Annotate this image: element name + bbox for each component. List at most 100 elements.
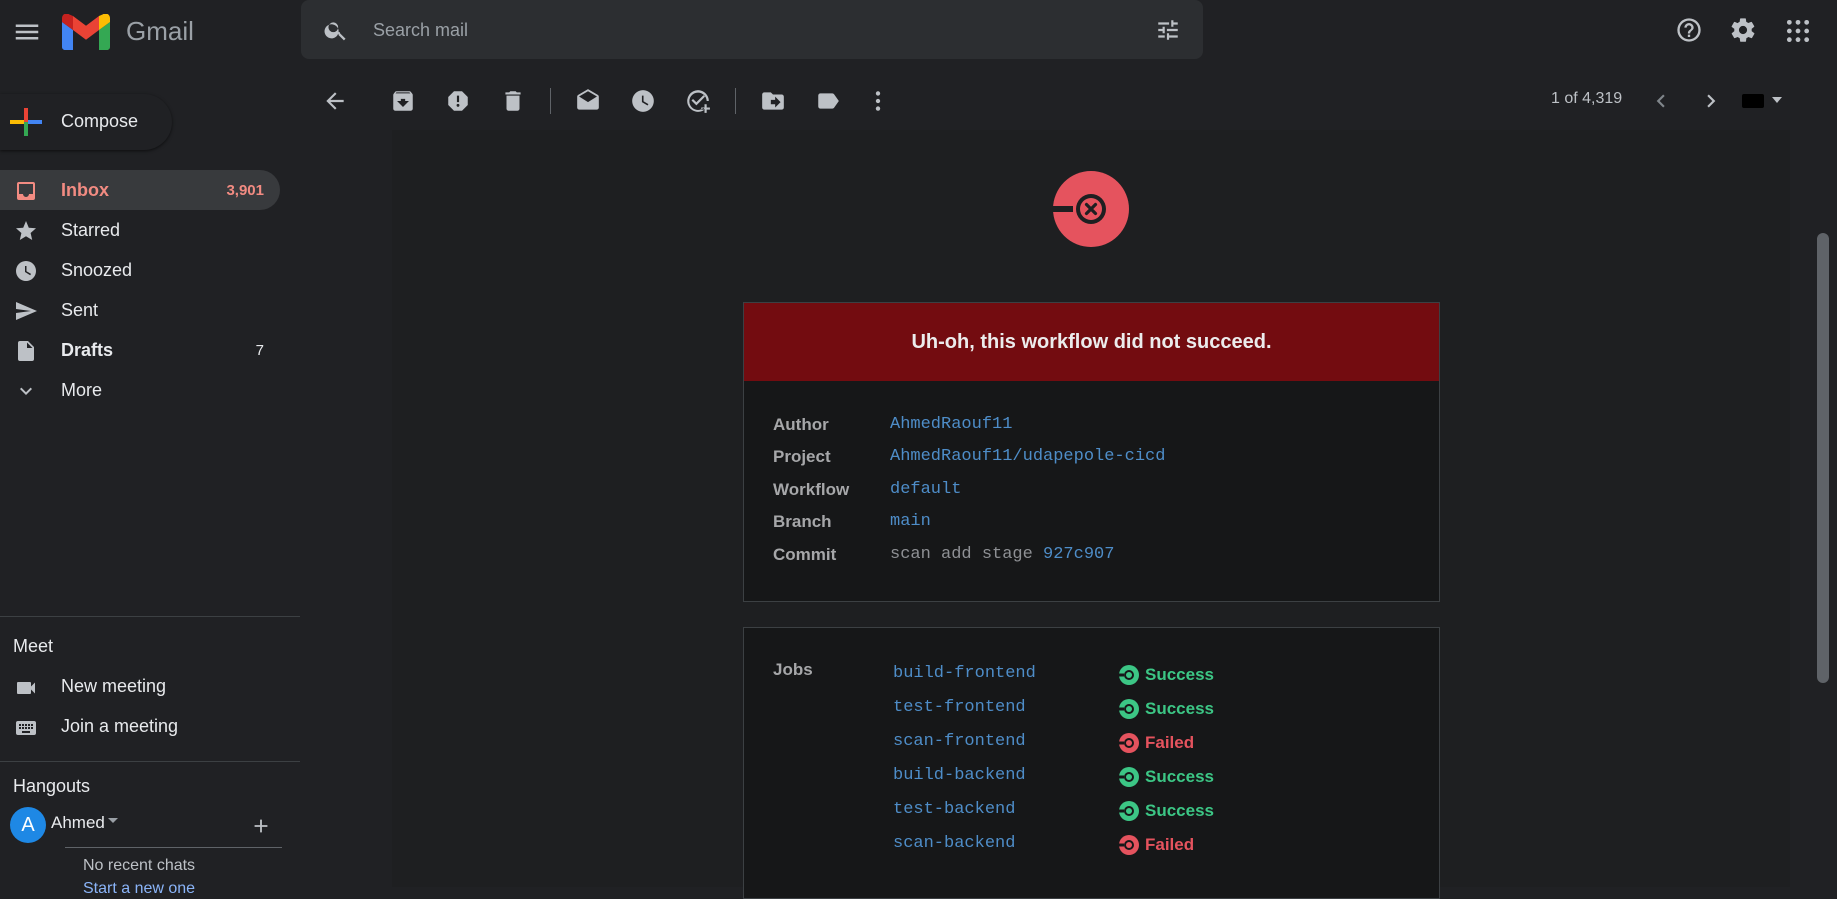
job-name[interactable]: scan-backend (893, 834, 1015, 853)
branch-label: Branch (773, 512, 832, 531)
scrollbar-thumb[interactable] (1817, 233, 1829, 683)
failed-icon (1119, 733, 1139, 753)
nav-label-sent: Sent (61, 300, 99, 320)
success-icon (1119, 767, 1139, 787)
snooze-icon[interactable] (630, 88, 656, 114)
inbox-count: 3,901 (226, 182, 264, 199)
nav-item-snoozed[interactable]: Snoozed (0, 250, 280, 290)
input-tools-dropdown-icon[interactable] (1772, 97, 1782, 103)
commit-message: scan add stage (890, 545, 1033, 564)
branch-link[interactable]: main (890, 512, 931, 531)
nav-item-sent[interactable]: Sent (0, 290, 280, 330)
move-to-icon[interactable] (760, 88, 786, 114)
toolbar-separator (550, 88, 551, 114)
failed-icon (1119, 835, 1139, 855)
job-status-text: Failed (1145, 733, 1195, 752)
start-new-chat-link[interactable]: Start a new one (83, 880, 195, 898)
nav-item-starred[interactable]: Starred (0, 210, 280, 250)
add-task-icon[interactable] (685, 88, 711, 114)
chevron-down-icon (14, 379, 38, 403)
chevron-left-icon[interactable] (1648, 88, 1674, 114)
gmail-wordmark[interactable]: Gmail (126, 14, 194, 48)
nav-label-inbox: Inbox (61, 180, 109, 200)
job-name[interactable]: build-backend (893, 766, 1026, 785)
archive-icon[interactable] (390, 88, 416, 114)
job-name[interactable]: test-frontend (893, 698, 1026, 717)
drafts-count: 7 (255, 342, 264, 359)
success-icon (1119, 699, 1139, 719)
settings-gear-icon[interactable] (1729, 16, 1757, 44)
new-meeting-button[interactable]: New meeting (0, 666, 290, 706)
jobs-title: Jobs (773, 660, 813, 679)
nav-label-more: More (61, 380, 103, 400)
search-bar[interactable] (301, 0, 1203, 59)
chat-divider (65, 847, 282, 848)
meet-section-title: Meet (13, 636, 54, 656)
draft-file-icon (14, 339, 38, 363)
compose-plus-icon (10, 106, 42, 138)
mark-unread-icon[interactable] (575, 88, 601, 114)
inbox-icon (14, 179, 38, 203)
job-status-text: Success (1145, 767, 1214, 786)
video-camera-icon (14, 676, 38, 700)
job-name[interactable]: build-frontend (893, 664, 1036, 683)
hangouts-section-title: Hangouts (13, 776, 91, 796)
report-spam-icon[interactable] (445, 88, 471, 114)
nav-label-starred: Starred (61, 220, 121, 240)
job-status-text: Success (1145, 665, 1214, 684)
google-apps-icon[interactable] (1785, 18, 1811, 44)
commit-label: Commit (773, 545, 837, 564)
back-icon[interactable] (322, 88, 348, 114)
commit-value: scan add stage 927c907 (890, 545, 1114, 564)
hangouts-user-name[interactable]: Ahmed (51, 813, 105, 833)
workflow-label: Workflow (773, 480, 850, 499)
help-icon[interactable] (1675, 16, 1703, 44)
nav-item-inbox[interactable]: Inbox 3,901 (0, 170, 280, 210)
success-icon (1119, 801, 1139, 821)
search-icon[interactable] (323, 17, 349, 43)
pagination-text: 1 of 4,319 (1551, 90, 1623, 107)
sidebar-divider (0, 616, 300, 617)
gmail-logo-icon[interactable] (62, 14, 110, 50)
more-options-icon[interactable] (865, 88, 891, 114)
join-meeting-label: Join a meeting (61, 716, 179, 736)
sidebar-divider (0, 761, 300, 762)
search-options-icon[interactable] (1155, 17, 1181, 43)
nav-item-drafts[interactable]: Drafts 7 (0, 330, 280, 370)
nav-label-snoozed: Snoozed (61, 260, 133, 280)
nav-item-more[interactable]: More (0, 370, 280, 410)
avatar[interactable]: A (10, 807, 46, 843)
failure-banner: Uh-oh, this workflow did not succeed. (744, 303, 1439, 381)
main-menu-icon[interactable] (12, 17, 42, 47)
job-status-text: Failed (1145, 835, 1195, 854)
compose-label: Compose (61, 111, 139, 131)
clock-icon (14, 259, 38, 283)
project-label: Project (773, 447, 831, 466)
success-icon (1119, 665, 1139, 685)
search-input[interactable] (371, 12, 1115, 48)
project-link[interactable]: AhmedRaouf11/udapepole-cicd (890, 447, 1165, 466)
join-meeting-button[interactable]: Join a meeting (0, 706, 290, 746)
add-chat-icon[interactable] (250, 815, 272, 837)
author-label: Author (773, 415, 829, 434)
commit-hash-link[interactable]: 927c907 (1043, 545, 1114, 564)
new-meeting-label: New meeting (61, 676, 167, 696)
label-icon[interactable] (815, 88, 841, 114)
status-dropdown-icon[interactable] (108, 818, 118, 823)
job-status-text: Success (1145, 699, 1214, 718)
job-name[interactable]: scan-frontend (893, 732, 1026, 751)
nav-label-drafts: Drafts (61, 340, 114, 360)
workflow-failed-icon (1053, 171, 1129, 247)
author-link[interactable]: AhmedRaouf11 (890, 415, 1012, 434)
job-name[interactable]: test-backend (893, 800, 1015, 819)
no-recent-chats-text: No recent chats (83, 857, 196, 874)
star-icon (14, 219, 38, 243)
compose-button[interactable]: Compose (0, 94, 172, 150)
delete-icon[interactable] (500, 88, 526, 114)
job-status-text: Success (1145, 801, 1214, 820)
chevron-right-icon[interactable] (1698, 88, 1724, 114)
input-tools-icon[interactable] (1742, 94, 1764, 108)
workflow-link[interactable]: default (890, 480, 961, 499)
jobs-card: Jobs build-frontend Success test-fronten… (743, 627, 1440, 899)
keyboard-icon (14, 716, 38, 740)
